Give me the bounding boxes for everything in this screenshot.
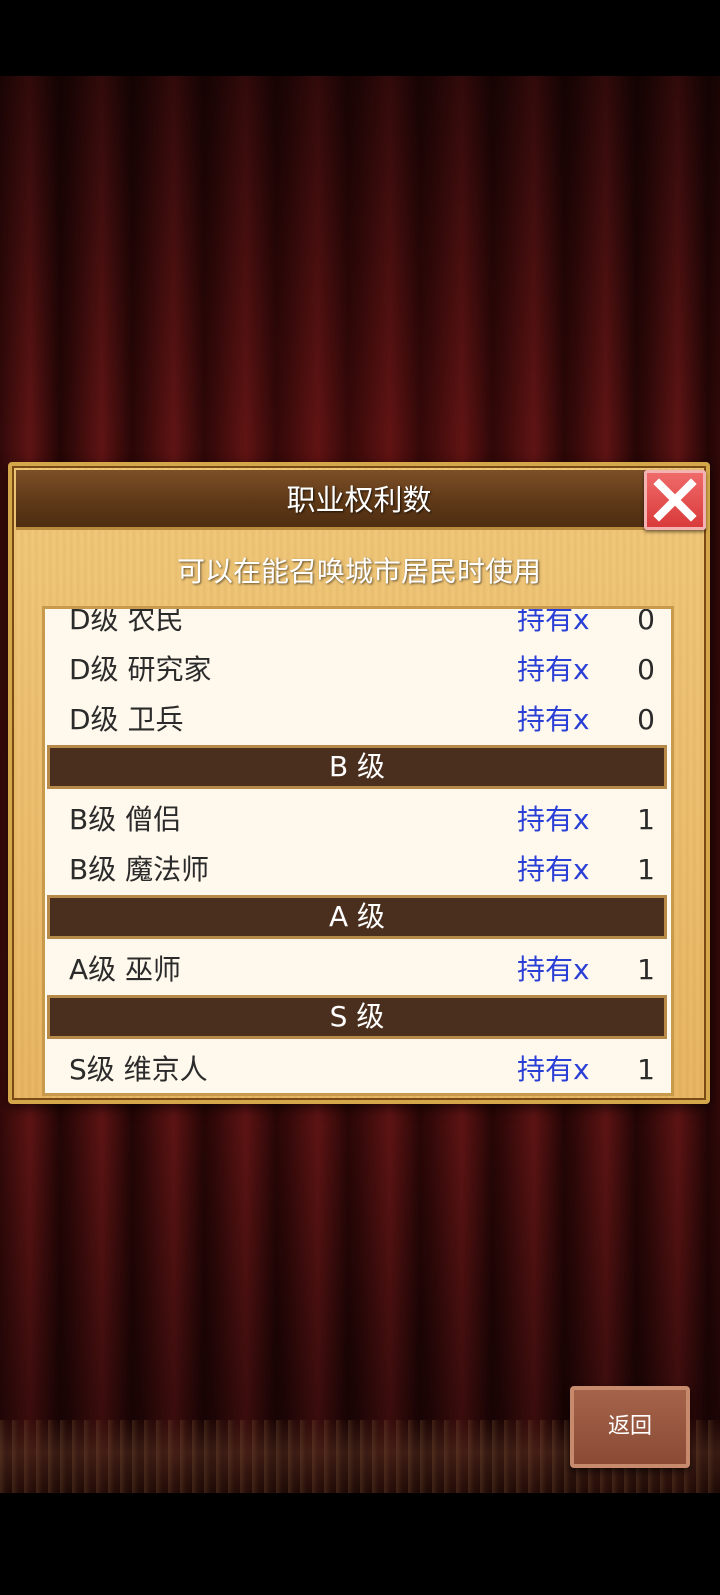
status-bar [0, 0, 720, 76]
list-item: D级 卫兵 持有x 0 [45, 695, 671, 745]
owned-label: 持有x [517, 803, 590, 836]
owned-count: 1 [637, 803, 655, 836]
owned-label: 持有x [517, 606, 590, 636]
owned-label: 持有x [517, 1053, 590, 1086]
list-item: B级 僧侣 持有x 1 [45, 795, 671, 845]
navigation-bar [0, 1493, 720, 1595]
close-x-icon [653, 478, 697, 522]
job-name: A级 巫师 [69, 953, 182, 986]
dialog-header: 职业权利数 [16, 470, 702, 530]
section-header-a: A 级 [47, 895, 667, 939]
owned-label: 持有x [517, 953, 590, 986]
job-name: B级 魔法师 [69, 853, 210, 886]
owned-label: 持有x [517, 853, 590, 886]
close-button[interactable] [644, 470, 706, 530]
list-item: S级 维京人 持有x 1 [45, 1045, 671, 1093]
section-header-s: S 级 [47, 995, 667, 1039]
list-item: D级 农民 持有x 0 [45, 606, 671, 645]
owned-count: 1 [637, 953, 655, 986]
job-rights-list[interactable]: D级 农民 持有x 0 D级 研究家 持有x 0 D级 卫兵 持有x 0 B 级… [42, 606, 674, 1096]
owned-count: 0 [637, 703, 655, 736]
owned-count: 1 [637, 1053, 655, 1086]
owned-label: 持有x [517, 703, 590, 736]
job-name: D级 卫兵 [69, 703, 184, 736]
section-header-b: B 级 [47, 745, 667, 789]
back-button[interactable]: 返回 [570, 1386, 690, 1468]
game-screen: 职业权利数 可以在能召唤城市居民时使用 D级 农民 持有x 0 D级 研究家 持… [0, 0, 720, 1595]
owned-count: 0 [637, 606, 655, 636]
list-item: D级 研究家 持有x 0 [45, 645, 671, 695]
job-name: D级 农民 [69, 606, 184, 636]
job-name: B级 僧侣 [69, 803, 182, 836]
job-name: S级 维京人 [69, 1053, 208, 1086]
job-rights-dialog: 职业权利数 可以在能召唤城市居民时使用 D级 农民 持有x 0 D级 研究家 持… [8, 462, 710, 1104]
job-name: D级 研究家 [69, 653, 212, 686]
list-item: B级 魔法师 持有x 1 [45, 845, 671, 895]
owned-label: 持有x [517, 653, 590, 686]
owned-count: 0 [637, 653, 655, 686]
dialog-subtitle: 可以在能召唤城市居民时使用 [176, 555, 541, 588]
list-item: A级 巫师 持有x 1 [45, 945, 671, 995]
owned-count: 1 [637, 853, 655, 886]
dialog-title: 职业权利数 [286, 483, 432, 517]
